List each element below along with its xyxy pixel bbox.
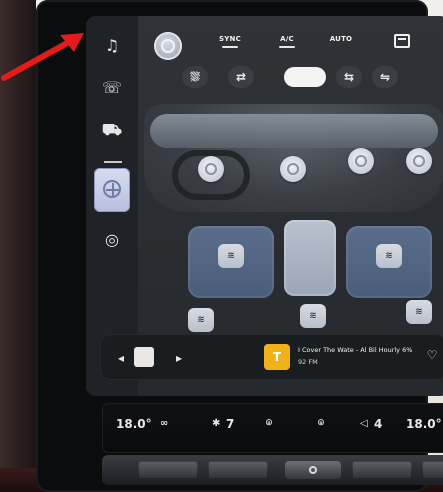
left-temp: 18.0°	[116, 417, 152, 431]
zone-left[interactable]: ≋	[188, 226, 274, 298]
hw-button-2[interactable]	[208, 461, 268, 479]
fan-speed-icon: ✱	[212, 418, 221, 429]
album-art[interactable]: T	[264, 344, 290, 370]
next-icon[interactable]: ▸	[170, 349, 188, 367]
top-auto-label: AUTO	[329, 35, 353, 43]
front-defrost-icon[interactable]: ⌾	[266, 418, 282, 436]
rear-left-seat-button[interactable]: ≋	[188, 308, 214, 332]
fresh-air-icon: ⇆	[343, 70, 355, 84]
recirc-mode-button[interactable]: ⇄	[228, 66, 254, 88]
left-temp-unit: ∞	[160, 418, 169, 429]
mode-row: ⛆ ⇄ ⇆ ⇋	[146, 60, 416, 94]
now-playing-title: I Cover The Wate - Al Bil Hourly 6%	[298, 346, 413, 354]
fan-icon	[103, 180, 121, 198]
now-playing-subtitle: 92 FM	[298, 358, 318, 366]
screen-menu-icon[interactable]	[394, 34, 410, 48]
top-auto-button[interactable]: AUTO	[324, 35, 358, 53]
vent-button-4[interactable]	[406, 148, 432, 174]
top-ac-indicator	[279, 46, 295, 48]
right-seat-heat-button[interactable]: ≋	[376, 244, 402, 268]
heart-icon[interactable]: ♡	[425, 348, 439, 362]
climate-strip: 18.0° ∞ ✱ 7 ⌾ ⌾ ◁ 4 18.0°	[102, 403, 443, 453]
rail-divider	[104, 161, 122, 163]
defrost-icon: ⛆	[190, 70, 200, 84]
phone-icon[interactable]: ☏	[100, 76, 124, 100]
zone-right[interactable]: ≋	[346, 226, 432, 298]
vent-button-2[interactable]	[280, 156, 306, 182]
vent-button-1[interactable]	[198, 156, 224, 182]
rear-recirc-mode-button[interactable]: ⇋	[372, 66, 398, 88]
top-sync-indicator	[222, 46, 238, 48]
fresh-air-mode-button[interactable]: ⇆	[336, 66, 362, 88]
top-ac-label: A/C	[280, 35, 294, 43]
rear-recirc-icon: ⇋	[379, 70, 391, 84]
climate-tile[interactable]	[94, 168, 130, 212]
physical-button-row	[102, 455, 443, 485]
prev-icon[interactable]: ◂	[112, 349, 130, 367]
infotainment-device: ♫ ☏ ⛟ ◎ SYNC A/C AUTO ⛆ ⇄ ⇆ ⇋ ≋ ≋ ≋ ≋ ≋ …	[36, 0, 443, 492]
car-interior-left	[0, 0, 36, 492]
left-seat-heat-button[interactable]: ≋	[218, 244, 244, 268]
vent-button-3[interactable]	[348, 148, 374, 174]
car-icon[interactable]: ⛟	[100, 118, 124, 142]
active-mode-pill[interactable]	[284, 67, 326, 87]
recirc-icon: ⇄	[235, 70, 247, 84]
top-sync-button[interactable]: SYNC	[212, 35, 248, 53]
volume-icon: ◁	[360, 418, 368, 429]
rear-defrost-icon[interactable]: ⌾	[318, 418, 334, 436]
rear-center-button[interactable]: ≋	[300, 304, 326, 328]
zone-center[interactable]	[284, 220, 336, 296]
top-ac-button[interactable]: A/C	[272, 35, 302, 53]
stop-icon[interactable]	[134, 347, 154, 367]
profile-button[interactable]	[154, 32, 182, 60]
top-bar: SYNC A/C AUTO	[86, 16, 443, 66]
hw-power-button[interactable]	[285, 461, 341, 479]
dashboard-top	[150, 114, 438, 148]
dashboard-illustration	[144, 104, 443, 212]
media-bar: ◂ ▸ T I Cover The Wate - Al Bil Hourly 6…	[100, 334, 443, 380]
hw-button-4[interactable]	[422, 461, 443, 479]
profile-icon	[161, 39, 175, 53]
fan-speed-value: 7	[226, 417, 235, 431]
volume-value: 4	[374, 417, 383, 431]
hw-button-3[interactable]	[352, 461, 412, 479]
top-sync-label: SYNC	[219, 35, 241, 43]
right-temp: 18.0°	[406, 417, 442, 431]
steering-wheel-icon[interactable]: ◎	[100, 228, 124, 252]
defrost-mode-button[interactable]: ⛆	[182, 66, 208, 88]
rear-right-seat-button[interactable]: ≋	[406, 300, 432, 324]
hw-button-1[interactable]	[138, 461, 198, 479]
